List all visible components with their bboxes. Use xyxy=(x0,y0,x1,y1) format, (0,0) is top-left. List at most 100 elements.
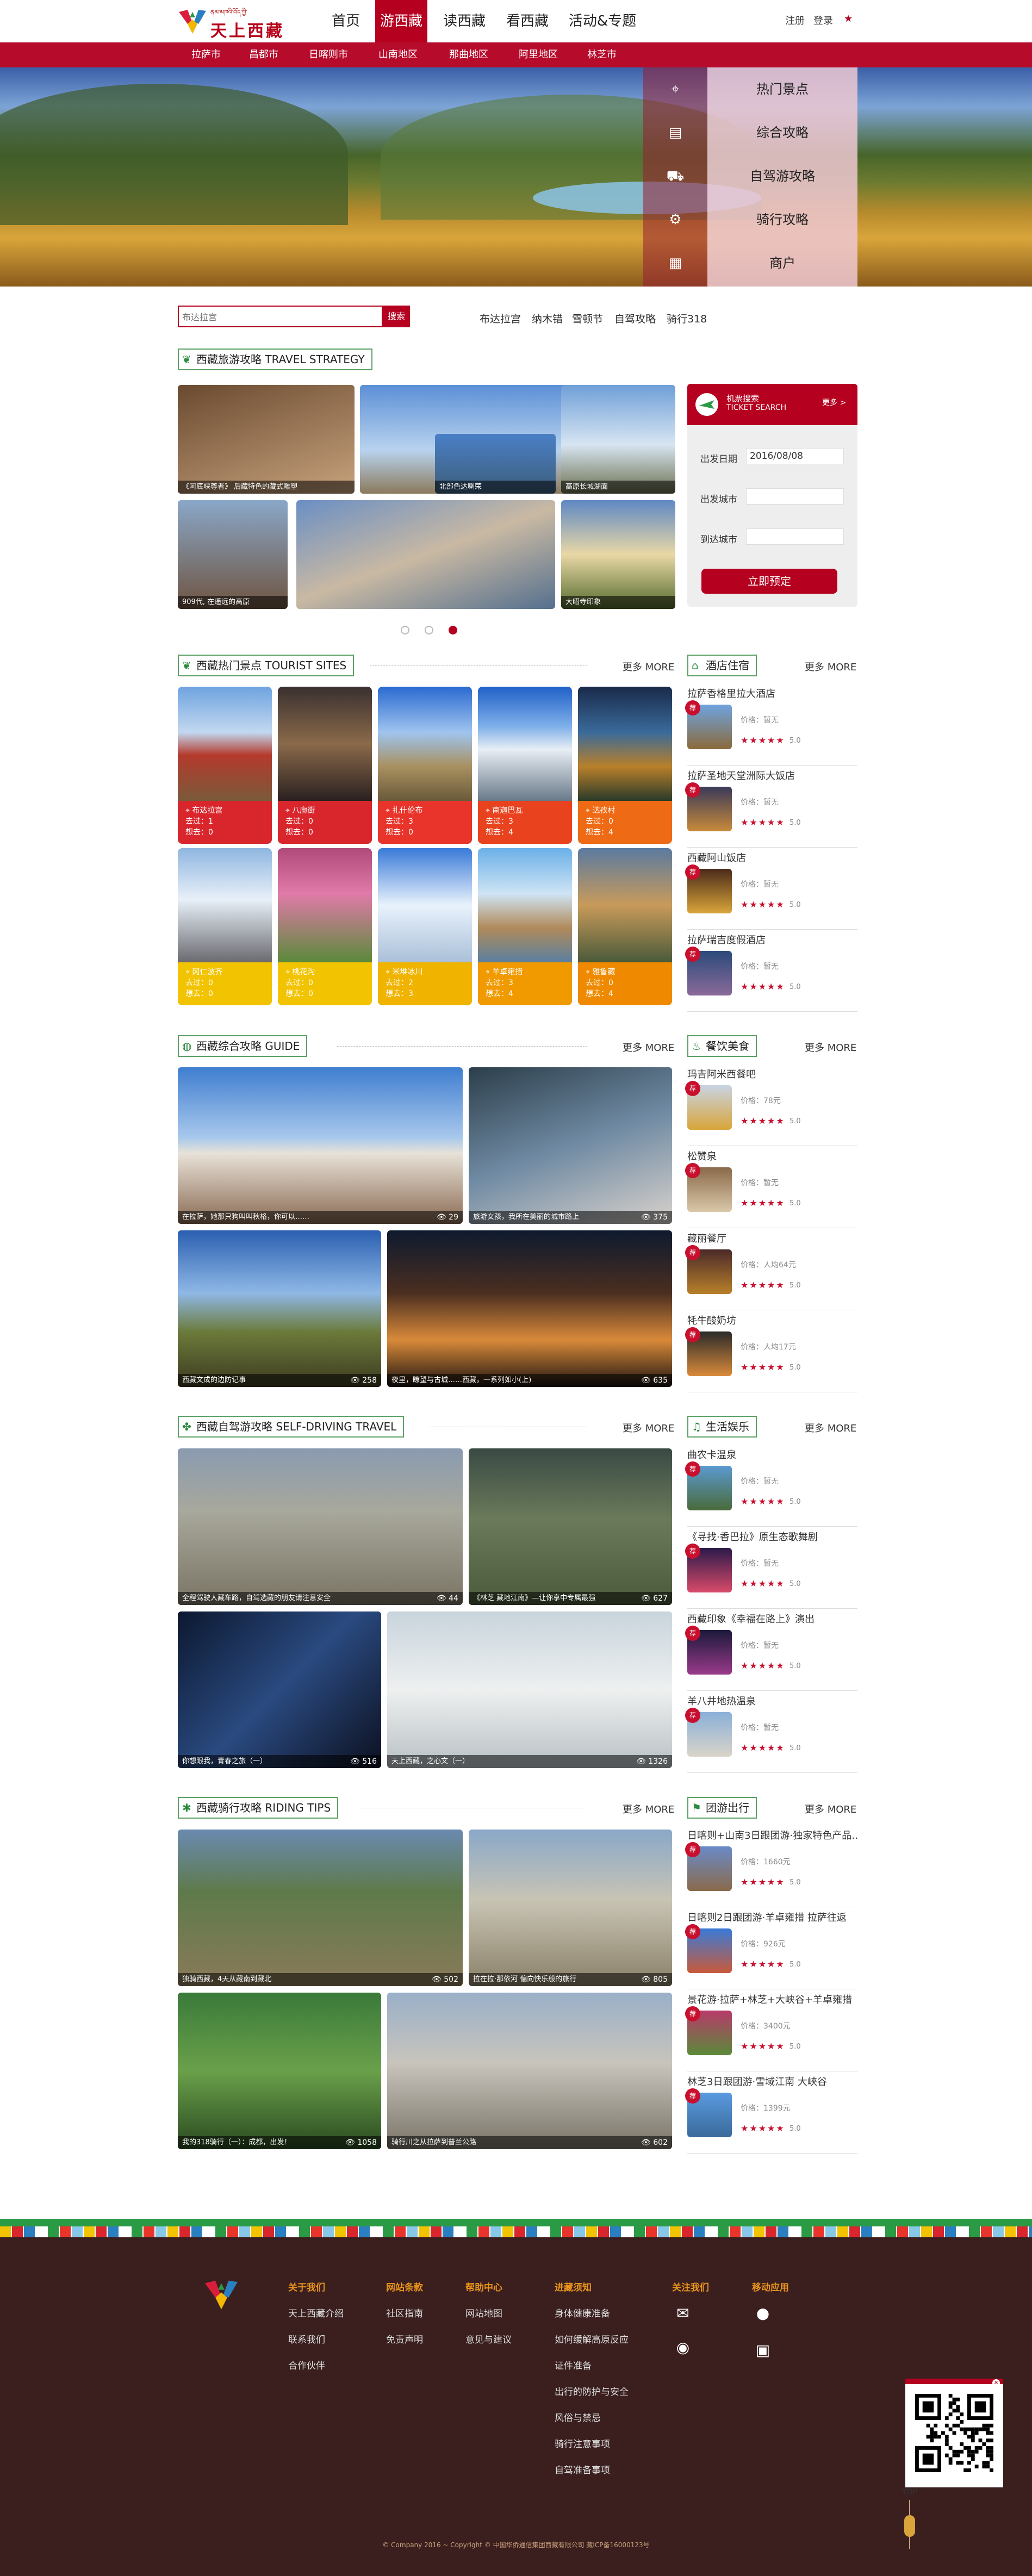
strategy-photo[interactable]: 909代, 在遥远的高原 xyxy=(178,500,288,609)
listing-item[interactable]: 日喀则2日跟团游·羊卓雍措 拉萨往返荐价格：926元 ★★★★★ 5.0 xyxy=(685,1908,857,1989)
listing-title[interactable]: 曲农卡温泉 xyxy=(687,1447,857,1461)
map-pin-icon[interactable]: ⌖ xyxy=(643,67,707,111)
listing-title[interactable]: 羊八井地热温泉 xyxy=(687,1694,857,1708)
tourist-site-card[interactable]: ⌖ 桃花沟 去过：0 想去：0 xyxy=(278,848,372,1005)
listing-title[interactable]: 《寻找·香巴拉》原生态歌舞剧 xyxy=(687,1529,857,1544)
tourist-site-card[interactable]: ⌖ 扎什伦布 去过：3 想去：0 xyxy=(378,687,472,844)
hot-keyword[interactable]: 纳木错 xyxy=(532,311,563,326)
banner-menu-sites[interactable]: 热门景点 xyxy=(707,67,857,111)
strategy-photo[interactable]: 大昭寺印象 xyxy=(561,500,675,609)
footer-link[interactable]: 身体健康准备 xyxy=(555,2306,610,2319)
carousel-dot[interactable] xyxy=(425,626,433,634)
selfdrive-photo[interactable]: 全程驾驶人藏车路，自驾选藏的朋友请注意安全 👁 44 xyxy=(178,1448,463,1605)
android-icon[interactable]: ▣ xyxy=(752,2339,774,2361)
book-now-button[interactable]: 立即预定 xyxy=(701,569,837,594)
car-icon[interactable]: ⛟ xyxy=(643,154,707,198)
listing-title[interactable]: 藏丽餐厅 xyxy=(687,1231,857,1245)
listing-item[interactable]: 拉萨瑞吉度假酒店荐价格：暂无 ★★★★★ 5.0 xyxy=(685,930,857,1012)
hot-keyword[interactable]: 布达拉宫 xyxy=(480,311,521,326)
listing-title[interactable]: 林芝3日跟团游·雪域江南 大峡谷 xyxy=(687,2074,857,2088)
nav-home[interactable]: 首页 xyxy=(325,0,366,42)
tourist-site-card[interactable]: ⌖ 南迦巴瓦 去过：3 想去：4 xyxy=(478,687,572,844)
listing-title[interactable]: 牦牛酸奶坊 xyxy=(687,1313,857,1327)
strategy-photo[interactable]: 《阿底峡尊者》 后藏特色的藏式雕塑 xyxy=(178,385,355,494)
tourist-site-card[interactable]: ⌖ 米堆冰川 去过：2 想去：3 xyxy=(378,848,472,1005)
listing-item[interactable]: 西藏印象《幸福在路上》演出荐价格：暂无 ★★★★★ 5.0 xyxy=(685,1609,857,1691)
departure-date-field[interactable]: 2016/08/08 xyxy=(746,448,844,464)
listing-item[interactable]: 西藏阿山饭店荐价格：暂无 ★★★★★ 5.0 xyxy=(685,848,857,930)
listing-item[interactable]: 拉萨圣地天堂洲际大饭店荐价格：暂无 ★★★★★ 5.0 xyxy=(685,766,857,848)
footer-link[interactable]: 风俗与禁忌 xyxy=(555,2410,601,2424)
listing-title[interactable]: 日喀则+山南3日跟团游·独家特色产品…… xyxy=(687,1828,857,1842)
more-link[interactable]: 更多 MORE xyxy=(805,659,856,674)
nav-travel[interactable]: 游西藏 xyxy=(375,0,427,42)
listing-title[interactable]: 西藏阿山饭店 xyxy=(687,850,857,864)
tourist-site-card[interactable]: ⌖ 布达拉宫 去过：1 想去：0 xyxy=(178,687,272,844)
tourist-site-card[interactable]: ⌖ 羊卓雍措 去过：3 想去：4 xyxy=(478,848,572,1005)
guide-book-icon[interactable]: ▤ xyxy=(643,111,707,154)
carousel-dot[interactable] xyxy=(401,626,409,634)
selfdrive-photo[interactable]: 《林芝 藏地江南》—让你享中专属最强 👁 627 xyxy=(469,1448,672,1605)
listing-item[interactable]: 林芝3日跟团游·雪域江南 大峡谷荐价格：1399元 ★★★★★ 5.0 xyxy=(685,2072,857,2154)
tourist-site-card[interactable]: ⌖ 达孜村 去过：0 想去：4 xyxy=(578,687,672,844)
listing-title[interactable]: 拉萨瑞吉度假酒店 xyxy=(687,932,857,947)
listing-item[interactable]: 《寻找·香巴拉》原生态歌舞剧荐价格：暂无 ★★★★★ 5.0 xyxy=(685,1527,857,1609)
region-ali[interactable]: 阿里地区 xyxy=(519,42,558,67)
hot-keyword[interactable]: 骑行318 xyxy=(667,311,707,326)
riding-photo[interactable]: 独骑西藏，4天从藏南到藏北 👁 502 xyxy=(178,1830,463,1986)
listing-item[interactable]: 松赞泉荐价格：暂无 ★★★★★ 5.0 xyxy=(685,1147,857,1228)
more-link[interactable]: 更多 MORE xyxy=(623,659,674,674)
region-rikaze[interactable]: 日喀则市 xyxy=(309,42,348,67)
tourist-site-card[interactable]: ⌖ 雅鲁藏 去过：0 想去：4 xyxy=(578,848,672,1005)
shop-icon[interactable]: ▦ xyxy=(643,241,707,287)
ticket-more-link[interactable]: 更多 > xyxy=(822,397,846,408)
region-linzhi[interactable]: 林芝市 xyxy=(587,42,617,67)
banner-menu-riding[interactable]: 骑行攻略 xyxy=(707,198,857,241)
footer-link[interactable]: 天上西藏介绍 xyxy=(288,2306,344,2319)
banner-menu-merchants[interactable]: 商户 xyxy=(707,241,857,287)
footer-link[interactable]: 自驾准备事项 xyxy=(555,2462,610,2476)
footer-link[interactable]: 免责声明 xyxy=(386,2332,423,2345)
guide-photo[interactable]: 在拉萨，她那只狗叫叫秋格，你可以…… 👁 29 xyxy=(178,1067,463,1224)
listing-item[interactable]: 羊八井地热温泉荐价格：暂无 ★★★★★ 5.0 xyxy=(685,1691,857,1773)
nav-events[interactable]: 活动&专题 xyxy=(564,0,641,42)
footer-link[interactable]: 网站地图 xyxy=(465,2306,502,2319)
tourist-site-card[interactable]: ⌖ 冈仁波齐 去过：0 想去：0 xyxy=(178,848,272,1005)
more-link[interactable]: 更多 MORE xyxy=(623,1421,674,1435)
footer-link[interactable]: 社区指南 xyxy=(386,2306,423,2319)
weibo-icon[interactable]: ◉ xyxy=(672,2337,694,2359)
bicycle-icon[interactable]: ⚙ xyxy=(643,198,707,241)
listing-title[interactable]: 玛吉阿米西餐吧 xyxy=(687,1067,857,1081)
strategy-photo[interactable]: 高原长城湖面 xyxy=(561,385,675,494)
listing-title[interactable]: 松赞泉 xyxy=(687,1149,857,1163)
listing-title[interactable]: 景花游·拉萨+林芝+大峡谷+羊卓雍措 xyxy=(687,1992,857,2006)
arrival-city-field[interactable] xyxy=(746,528,844,545)
more-link[interactable]: 更多 MORE xyxy=(805,1040,856,1054)
riding-photo[interactable]: 拉在拉·那依河 偏向快乐般的旅行 👁 805 xyxy=(469,1830,672,1986)
riding-photo[interactable]: 骑行川之从拉萨到普兰公路 👁 602 xyxy=(387,1993,672,2149)
region-naqu[interactable]: 那曲地区 xyxy=(449,42,488,67)
close-icon[interactable]: ✕ xyxy=(992,2379,1000,2387)
banner-menu-selfdrive[interactable]: 自驾游攻略 xyxy=(707,154,857,198)
footer-link[interactable]: 合作伙伴 xyxy=(288,2358,325,2372)
strategy-photo[interactable]: 北部色达喇荣 xyxy=(435,434,556,494)
selfdrive-photo[interactable]: 你想跟我，青春之旅（一） 👁 516 xyxy=(178,1611,381,1768)
listing-item[interactable]: 拉萨香格里拉大酒店荐价格：暂无 ★★★★★ 5.0 xyxy=(685,684,857,766)
more-link[interactable]: 更多 MORE xyxy=(623,1802,674,1816)
site-logo[interactable]: ནམ་མཁའི་བོད་ཀྱི་ 天上西藏 xyxy=(178,3,282,41)
more-link[interactable]: 更多 MORE xyxy=(805,1421,856,1435)
region-shannan[interactable]: 山南地区 xyxy=(378,42,418,67)
listing-item[interactable]: 日喀则+山南3日跟团游·独家特色产品…… 荐价格：1660元 ★★★★★ 5.0 xyxy=(685,1826,857,1907)
search-button[interactable]: 搜索 xyxy=(383,306,410,327)
footer-link[interactable]: 证件准备 xyxy=(555,2358,592,2372)
footer-link[interactable]: 骑行注意事项 xyxy=(555,2436,610,2450)
nav-watch[interactable]: 看西藏 xyxy=(501,0,554,42)
more-link[interactable]: 更多 MORE xyxy=(805,1802,856,1816)
wechat-icon[interactable]: ✉ xyxy=(672,2303,694,2324)
listing-item[interactable]: 曲农卡温泉荐价格：暂无 ★★★★★ 5.0 xyxy=(685,1445,857,1527)
listing-title[interactable]: 日喀则2日跟团游·羊卓雍措 拉萨往返 xyxy=(687,1910,857,1924)
region-lhasa[interactable]: 拉萨市 xyxy=(191,42,221,67)
carousel-dot-active[interactable] xyxy=(449,626,457,634)
favorite-star-icon[interactable]: ★ xyxy=(844,13,853,24)
apple-icon[interactable]: ● xyxy=(752,2303,774,2324)
